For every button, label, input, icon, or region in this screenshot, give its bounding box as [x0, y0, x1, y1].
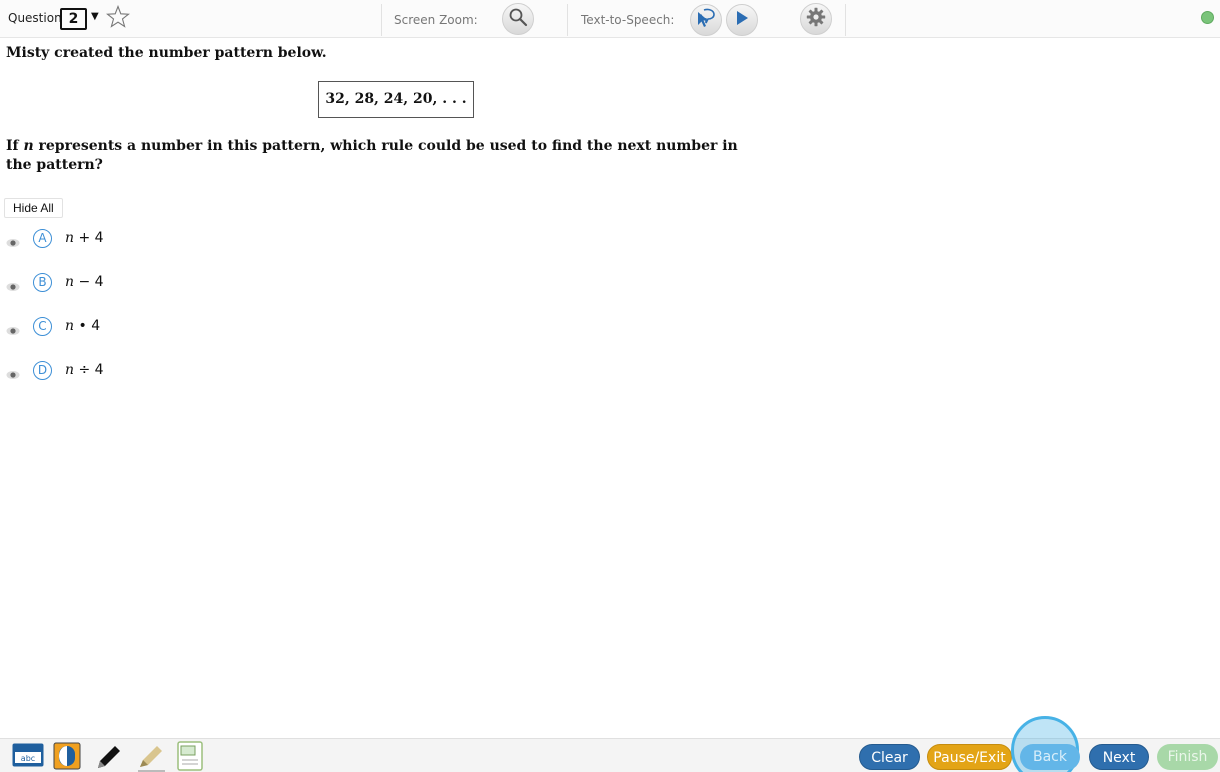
hide-all-button[interactable]: Hide All — [4, 198, 63, 218]
question-prefix: If — [6, 138, 24, 154]
answer-choice-c[interactable]: C n • 4 — [6, 316, 100, 336]
question-stem: If n represents a number in this pattern… — [6, 137, 766, 175]
question-label: Question — [8, 11, 62, 25]
play-speech-button[interactable] — [726, 4, 758, 36]
eye-icon[interactable] — [6, 277, 20, 291]
choice-letter[interactable]: D — [33, 360, 52, 380]
answer-choice-a[interactable]: A n + 4 — [6, 228, 104, 248]
eye-icon[interactable] — [6, 321, 20, 335]
pause-exit-button[interactable]: Pause/Exit — [927, 744, 1012, 770]
speak-selection-button[interactable] — [690, 4, 722, 36]
number-pattern-box: 32, 28, 24, 20, . . . — [318, 81, 474, 118]
choice-text: n − 4 — [65, 274, 104, 290]
highlighter-tool-icon[interactable] — [135, 742, 167, 772]
contrast-tool-icon[interactable] — [53, 742, 81, 772]
choice-text: n + 4 — [65, 230, 104, 246]
gear-icon — [806, 7, 826, 31]
answer-choice-b[interactable]: B n − 4 — [6, 272, 104, 292]
settings-button[interactable] — [800, 3, 832, 35]
question-suffix: represents a number in this pattern, whi… — [6, 138, 738, 173]
screen-zoom-label: Screen Zoom: — [394, 13, 478, 27]
magnifier-icon — [508, 7, 528, 31]
clear-button[interactable]: Clear — [859, 744, 920, 770]
toolbar-divider — [845, 4, 846, 36]
question-variable: n — [23, 138, 34, 154]
zoom-button[interactable] — [502, 3, 534, 35]
abc-label: abc — [21, 754, 35, 763]
toolbar-divider — [567, 4, 568, 36]
keyboard-tool-icon[interactable]: abc — [12, 743, 44, 771]
connection-status-indicator — [1201, 11, 1214, 24]
eye-icon[interactable] — [6, 233, 20, 247]
pen-tool-icon[interactable] — [94, 742, 124, 772]
finish-button[interactable]: Finish — [1157, 744, 1218, 770]
answer-choice-d[interactable]: D n ÷ 4 — [6, 360, 104, 380]
choice-letter[interactable]: B — [33, 272, 52, 292]
notepad-tool-icon[interactable] — [176, 740, 204, 772]
choice-text: n ÷ 4 — [65, 362, 104, 378]
next-button[interactable]: Next — [1089, 744, 1149, 770]
question-dropdown-caret-icon[interactable]: ▼ — [91, 11, 99, 22]
speech-cursor-icon — [695, 7, 717, 33]
play-icon — [734, 10, 750, 30]
question-number-box[interactable]: 2 — [60, 8, 87, 30]
eye-icon[interactable] — [6, 365, 20, 379]
tts-label: Text-to-Speech: — [581, 13, 675, 27]
choice-text: n • 4 — [65, 318, 101, 334]
choice-letter[interactable]: A — [33, 228, 52, 248]
choice-letter[interactable]: C — [33, 316, 52, 336]
flag-star-icon[interactable] — [106, 4, 130, 33]
question-intro: Misty created the number pattern below. — [6, 45, 327, 61]
toolbar-divider — [381, 4, 382, 36]
back-button[interactable]: Back — [1020, 744, 1080, 770]
top-toolbar: Question 2 ▼ Screen Zoom: Text-to-Speech… — [0, 0, 1220, 38]
